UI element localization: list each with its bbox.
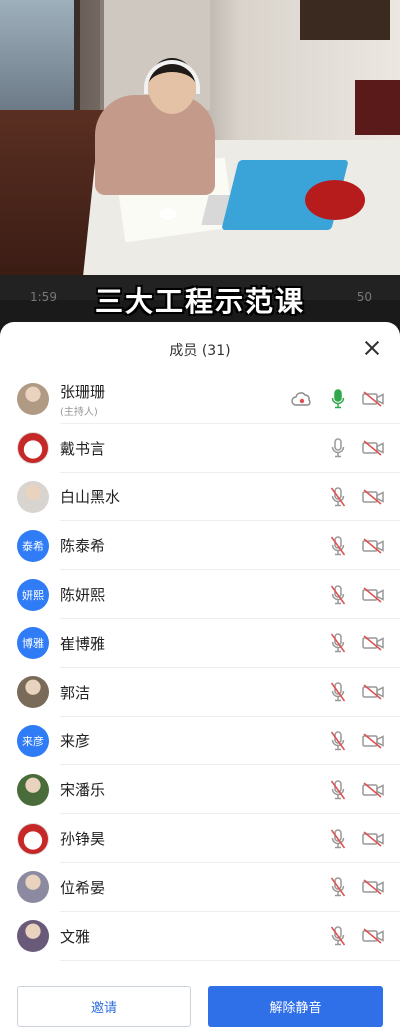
member-info: 位希晏 xyxy=(60,863,105,912)
member-row[interactable]: 宋潘乐 xyxy=(0,765,400,815)
camera-off-icon[interactable] xyxy=(362,879,384,895)
camera-off-icon[interactable] xyxy=(362,586,384,603)
mic-muted-icon[interactable] xyxy=(330,730,346,752)
mic-muted-icon[interactable] xyxy=(330,681,346,703)
video-feed xyxy=(0,0,400,300)
member-info: 崔博雅 xyxy=(60,619,105,668)
member-info: 孙铮昊 xyxy=(60,814,105,863)
member-info: 文雅 xyxy=(60,912,90,961)
member-info: 白山黑水 xyxy=(60,473,120,522)
member-info: 张珊珊 (主持人) xyxy=(60,375,105,424)
avatar xyxy=(17,676,49,709)
mic-muted-icon[interactable] xyxy=(330,584,346,606)
mic-muted-icon[interactable] xyxy=(330,632,346,654)
member-name: 崔博雅 xyxy=(60,634,106,653)
avatar xyxy=(17,773,49,806)
member-info: 郭洁 xyxy=(60,668,90,717)
member-row[interactable]: 位希晏 xyxy=(0,863,400,912)
member-name: 文雅 xyxy=(60,927,91,946)
member-row[interactable]: 泰希 陈泰希 xyxy=(0,521,400,571)
avatar xyxy=(17,480,49,513)
member-info: 宋潘乐 xyxy=(60,765,105,814)
avatar: 泰希 xyxy=(17,529,49,562)
mic-muted-icon[interactable] xyxy=(330,779,346,801)
avatar xyxy=(17,432,49,465)
unmute-button[interactable]: 解除静音 xyxy=(208,986,383,1027)
member-row[interactable]: 张珊珊 (主持人) xyxy=(0,375,400,424)
row-divider xyxy=(60,959,400,961)
video-papercut xyxy=(305,180,365,220)
member-row[interactable]: 郭洁 xyxy=(0,668,400,717)
member-name: 戴书言 xyxy=(60,439,106,458)
member-row[interactable]: 白山黑水 xyxy=(0,473,400,522)
mic-icon[interactable] xyxy=(330,437,346,459)
camera-off-icon[interactable] xyxy=(362,830,384,847)
avatar: 妍熙 xyxy=(17,578,49,611)
camera-off-icon[interactable] xyxy=(362,391,384,407)
video-frame xyxy=(300,0,390,40)
member-row[interactable]: 戴书言 xyxy=(0,424,400,473)
video-window xyxy=(0,0,80,110)
panel-header: 成员 (31) xyxy=(0,322,400,374)
camera-off-icon[interactable] xyxy=(362,684,384,700)
camera-off-icon[interactable] xyxy=(362,782,384,798)
camera-off-icon[interactable] xyxy=(362,440,384,456)
video-mouse xyxy=(160,208,176,220)
member-name: 白山黑水 xyxy=(60,488,121,507)
member-name: 来彦 xyxy=(60,732,91,751)
panel-title: 成员 (31) xyxy=(169,343,231,359)
avatar: 博雅 xyxy=(17,627,49,660)
mic-muted-icon[interactable] xyxy=(330,828,346,850)
member-role: (主持人) xyxy=(60,406,98,418)
member-info: 来彦 xyxy=(60,717,90,766)
member-row[interactable]: 孙铮昊 xyxy=(0,814,400,863)
video-person-body xyxy=(95,95,215,195)
mic-muted-icon[interactable] xyxy=(330,535,346,557)
mic-muted-icon[interactable] xyxy=(330,486,346,508)
video-painting xyxy=(355,80,400,135)
member-name: 郭洁 xyxy=(60,683,91,702)
member-info: 陈妍熙 xyxy=(60,570,105,619)
mic-muted-icon[interactable] xyxy=(330,876,346,898)
camera-off-icon[interactable] xyxy=(362,635,384,651)
avatar: 来彦 xyxy=(17,724,49,757)
avatar xyxy=(17,871,49,904)
invite-button[interactable]: 邀请 xyxy=(17,986,191,1027)
member-name: 陈妍熙 xyxy=(60,586,106,605)
mic-icon[interactable] xyxy=(330,388,346,410)
member-name: 陈泰希 xyxy=(60,537,106,556)
member-list[interactable]: 张珊珊 (主持人) 戴书言 白山黑水 泰希 陈泰希 妍熙 陈妍熙 博雅 崔博雅 郭洁 来彦 来彦 宋潘乐孙… xyxy=(0,375,400,975)
member-row[interactable]: 文雅 xyxy=(0,912,400,961)
close-icon[interactable] xyxy=(362,338,382,358)
avatar xyxy=(17,822,49,855)
member-name: 宋潘乐 xyxy=(60,781,106,800)
avatar xyxy=(17,383,49,416)
video-caption: 三大工程示范课 xyxy=(94,285,305,318)
member-row[interactable]: 博雅 崔博雅 xyxy=(0,619,400,668)
camera-off-icon[interactable] xyxy=(362,928,384,944)
member-name: 张珊珊 xyxy=(60,382,106,401)
camera-off-icon[interactable] xyxy=(362,538,384,554)
panel-footer: 邀请 解除静音 xyxy=(0,982,400,1033)
avatar xyxy=(17,920,49,953)
member-name: 位希晏 xyxy=(60,878,106,897)
member-row[interactable]: 来彦 来彦 xyxy=(0,717,400,766)
members-panel: 成员 (31) 张珊珊 (主持人) 戴书言 白山黑水 泰希 陈泰希 妍熙 陈妍熙 博雅 崔博雅 郭洁… xyxy=(0,322,400,1033)
member-name: 孙铮昊 xyxy=(60,830,106,849)
member-row[interactable]: 妍熙 陈妍熙 xyxy=(0,570,400,619)
camera-off-icon[interactable] xyxy=(362,489,384,505)
cloud-record-icon[interactable] xyxy=(291,391,313,407)
camera-off-icon[interactable] xyxy=(362,733,384,749)
member-info: 戴书言 xyxy=(60,424,105,473)
member-info: 陈泰希 xyxy=(60,521,105,570)
mic-muted-icon[interactable] xyxy=(330,925,346,947)
